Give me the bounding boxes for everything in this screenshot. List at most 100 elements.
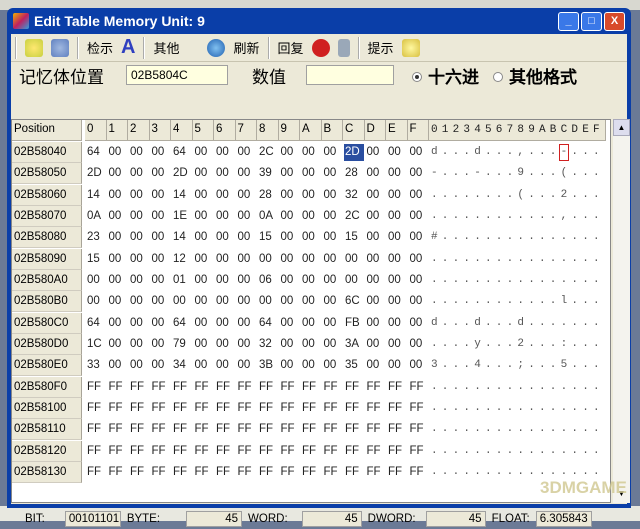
hex-cell[interactable]: FF [344,443,364,460]
hex-cell[interactable]: 00 [301,208,321,225]
hex-cell[interactable]: 00 [215,315,235,332]
other-button[interactable]: 其他 [153,38,179,57]
hex-cell[interactable]: FF [366,421,386,438]
hex-cell[interactable]: FF [237,464,257,481]
hex-cell[interactable]: 00 [194,187,214,204]
hex-cell[interactable]: 00 [301,187,321,204]
hex-cell[interactable]: 00 [323,251,343,268]
hex-cell[interactable]: 00 [280,315,300,332]
ascii-row[interactable]: ................ [429,381,604,393]
hex-cell[interactable]: 00 [366,229,386,246]
title-bar[interactable]: Edit Table Memory Unit: 9 _ □ X [11,8,627,34]
hex-cell[interactable]: FF [280,400,300,417]
hex-cell[interactable]: 34 [172,357,192,374]
refresh-icon[interactable] [207,38,226,57]
hex-cell[interactable]: FF [215,400,235,417]
hex-cell[interactable]: 0A [86,208,106,225]
hex-cell[interactable]: 00 [301,272,321,289]
hex-cell[interactable]: FF [86,443,106,460]
hex-cell[interactable]: 00 [366,251,386,268]
hex-cell[interactable]: 64 [86,144,106,161]
undo-icon[interactable] [311,38,330,57]
hex-cell[interactable]: 12 [172,251,192,268]
hex-cell[interactable]: 00 [129,144,149,161]
hex-cell[interactable]: 00 [323,293,343,310]
hex-cell[interactable]: FF [172,443,192,460]
search-memory-icon[interactable] [51,38,69,57]
hex-cell[interactable]: FF [409,443,429,460]
hex-cell[interactable]: FF [366,379,386,396]
hex-cell[interactable]: 00 [108,165,128,182]
hex-cell[interactable]: 00 [301,144,321,161]
hex-cell[interactable]: FF [108,443,128,460]
hex-cell[interactable]: 00 [129,272,149,289]
hex-cell[interactable]: FF [86,400,106,417]
hex-cell[interactable]: 00 [151,208,171,225]
minimize-button[interactable]: _ [558,11,579,31]
hex-cell[interactable]: 32 [344,187,364,204]
hex-cell[interactable]: 00 [237,165,257,182]
hex-cell[interactable]: 15 [86,251,106,268]
hex-cell[interactable]: 3A [344,336,364,353]
hex-cell[interactable]: 00 [301,293,321,310]
hex-cell[interactable]: 00 [151,336,171,353]
scroll-up-button[interactable]: ▲ [613,119,630,136]
hex-cell[interactable]: 00 [323,165,343,182]
hex-cell[interactable]: 00 [323,272,343,289]
hex-cell[interactable]: 2D [172,165,192,182]
hex-cell[interactable]: 00 [409,315,429,332]
hex-cell[interactable]: 00 [237,144,257,161]
hex-cell[interactable]: 00 [86,272,106,289]
hex-cell[interactable]: 0A [258,208,278,225]
hex-cell[interactable]: 1E [172,208,192,225]
hex-cell[interactable]: 00 [194,315,214,332]
hex-cell[interactable]: 00 [151,315,171,332]
hex-cell[interactable]: FF [258,421,278,438]
hex-cell[interactable]: 00 [280,272,300,289]
hex-cell[interactable]: 00 [215,251,235,268]
trash-icon[interactable] [337,38,350,57]
hex-cell[interactable]: 00 [108,229,128,246]
hex-cell[interactable]: 00 [151,293,171,310]
hex-cell[interactable]: 00 [409,293,429,310]
hex-cell[interactable]: 14 [172,229,192,246]
address-input[interactable]: 02B5804C [126,65,228,85]
hex-cell[interactable]: 32 [258,336,278,353]
hex-cell[interactable]: FF [409,421,429,438]
ascii-row[interactable]: ................ [429,445,604,457]
hex-cell[interactable]: 00 [237,272,257,289]
hex-cell[interactable]: 64 [86,315,106,332]
hex-cell[interactable]: FF [387,464,407,481]
hex-cell[interactable]: FF [387,443,407,460]
hex-cell[interactable]: 00 [323,229,343,246]
maximize-button[interactable]: □ [581,11,602,31]
hex-cell[interactable]: 00 [280,187,300,204]
hex-cell[interactable]: 00 [151,251,171,268]
hex-cell[interactable]: 00 [237,208,257,225]
value-input[interactable] [306,65,394,85]
hex-cell[interactable]: FF [258,443,278,460]
ascii-row[interactable]: d...d...,...-... [429,146,604,158]
hex-cell[interactable]: 00 [387,315,407,332]
ascii-row[interactable]: d...d...d....... [429,317,604,329]
hex-cell[interactable]: FF [129,379,149,396]
hex-cell[interactable]: 00 [301,357,321,374]
hex-cell[interactable]: FF [237,379,257,396]
hex-cell[interactable]: 00 [151,229,171,246]
hex-cell[interactable]: FF [194,464,214,481]
hex-cell[interactable]: 14 [86,187,106,204]
ascii-row[interactable]: ................ [429,466,604,478]
hex-cell[interactable]: 39 [258,165,278,182]
hex-cell[interactable]: FF [237,400,257,417]
hex-cell[interactable]: FF [129,464,149,481]
hex-cell[interactable]: FF [151,421,171,438]
hex-cell[interactable]: FF [215,421,235,438]
hex-cell[interactable]: FF [215,443,235,460]
hex-cell[interactable]: 00 [237,315,257,332]
hex-cell[interactable]: 28 [258,187,278,204]
hex-cell[interactable]: FF [301,421,321,438]
hex-cell[interactable]: 00 [194,272,214,289]
hex-cell[interactable]: 00 [151,187,171,204]
hex-cell[interactable]: 00 [129,187,149,204]
hex-cell[interactable]: 00 [258,251,278,268]
